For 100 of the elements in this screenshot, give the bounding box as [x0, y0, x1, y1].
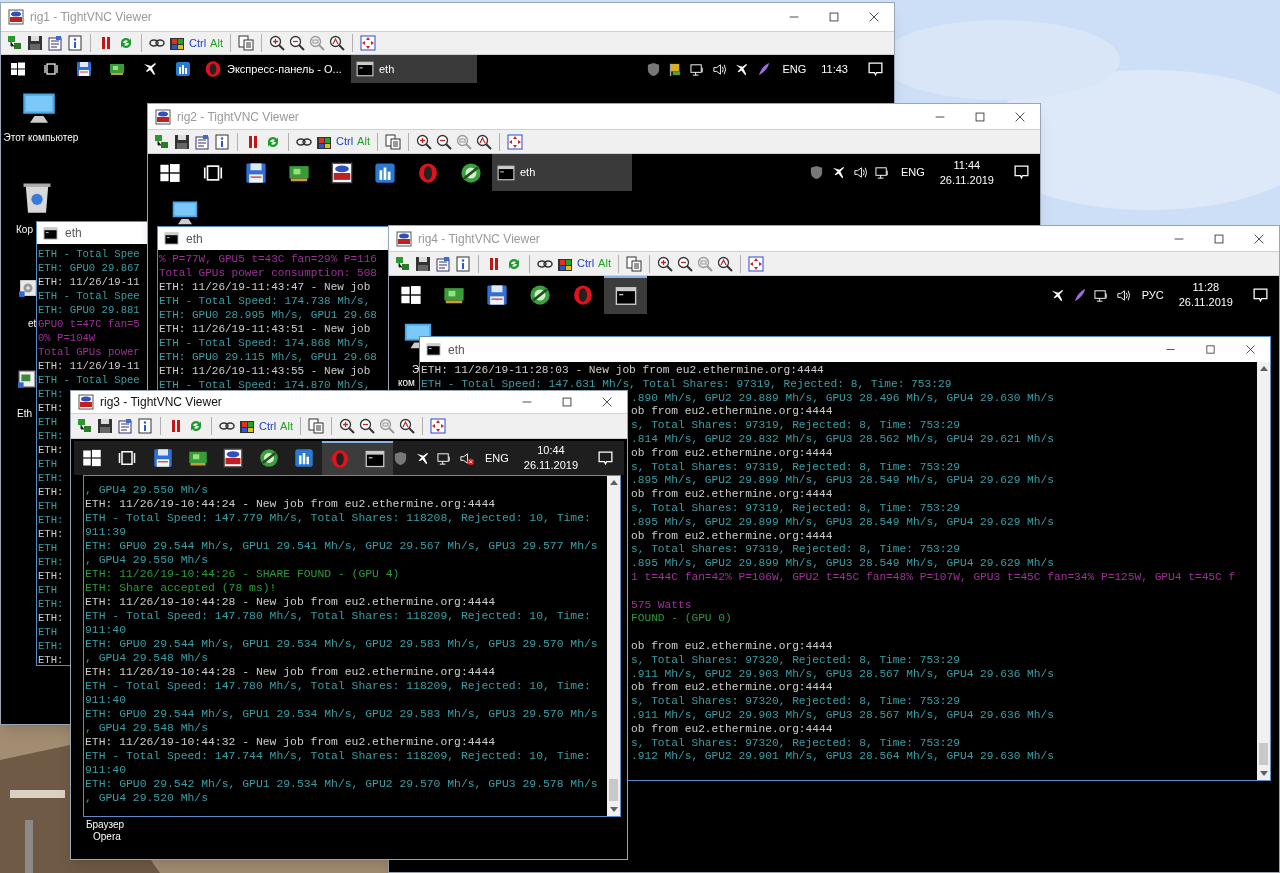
taskbar-button[interactable]: eth — [492, 154, 632, 191]
taskbar-button[interactable] — [357, 441, 393, 475]
key-button[interactable]: Ctrl — [577, 255, 595, 272]
shield-icon[interactable] — [808, 165, 824, 180]
save-icon[interactable] — [174, 133, 190, 150]
properties-icon[interactable] — [194, 133, 210, 150]
info-icon[interactable] — [137, 418, 153, 434]
scroll-down-arrow[interactable] — [1259, 771, 1268, 776]
taskbar-button[interactable] — [604, 276, 647, 314]
zoom-out-icon[interactable] — [435, 133, 452, 150]
close-button[interactable] — [867, 10, 881, 24]
network-icon[interactable] — [874, 165, 890, 180]
key-button[interactable]: Ctrl — [336, 133, 354, 150]
scroll-up-arrow[interactable] — [1259, 366, 1268, 371]
notification-icon[interactable] — [1252, 286, 1269, 304]
zoom-auto-icon[interactable] — [328, 35, 345, 51]
maximize-button[interactable] — [973, 109, 987, 124]
connection-icon[interactable] — [77, 418, 93, 434]
clipboard-icon[interactable] — [625, 255, 642, 272]
properties-icon[interactable] — [117, 418, 133, 434]
network-icon[interactable] — [1093, 287, 1109, 303]
zoom-out-icon[interactable] — [358, 418, 375, 434]
console-title: eth — [448, 341, 466, 359]
clipboard-icon[interactable] — [237, 35, 254, 51]
clock-time[interactable]: 10:44 — [537, 443, 565, 458]
fullscreen-icon[interactable] — [429, 418, 446, 434]
language-indicator[interactable]: ENG — [900, 164, 925, 181]
zoom-in-icon[interactable] — [338, 418, 355, 434]
console-line: ETH — [38, 416, 58, 428]
gear-icon[interactable] — [19, 279, 37, 297]
scrollbar[interactable] — [1257, 362, 1270, 780]
clipboard-icon[interactable] — [307, 418, 324, 434]
connection-icon[interactable] — [7, 35, 23, 51]
zoom-out-icon[interactable] — [288, 35, 305, 51]
scroll-thumb[interactable] — [1259, 743, 1268, 765]
window-icon[interactable] — [18, 370, 36, 388]
save-icon[interactable] — [97, 418, 113, 434]
fullscreen-icon[interactable] — [506, 133, 523, 150]
taskbar-button[interactable]: eth — [351, 55, 477, 83]
zoom-in-icon[interactable] — [656, 255, 673, 272]
scroll-up-arrow[interactable] — [609, 480, 618, 485]
properties-icon[interactable] — [47, 35, 63, 51]
connection-icon[interactable] — [154, 133, 170, 150]
close-button[interactable] — [1243, 343, 1257, 356]
zoom-auto-icon[interactable] — [475, 133, 492, 150]
clock-date[interactable]: 26.11.2019 — [1178, 295, 1233, 310]
clipboard-icon[interactable] — [384, 133, 401, 150]
scroll-thumb[interactable] — [609, 779, 618, 801]
info-icon[interactable] — [455, 255, 471, 272]
refresh-icon[interactable] — [188, 418, 204, 434]
fullscreen-icon[interactable] — [359, 35, 376, 51]
info-icon[interactable] — [67, 35, 83, 51]
language-indicator[interactable]: ENG — [782, 60, 807, 78]
key-button[interactable]: Ctrl — [189, 34, 207, 52]
save-icon[interactable] — [415, 255, 431, 272]
zoom-in-icon[interactable] — [415, 133, 432, 150]
clock-time[interactable]: 11:43 — [821, 61, 848, 77]
clock-date[interactable]: 26.11.2019 — [523, 458, 579, 473]
maximize-button[interactable] — [827, 10, 841, 24]
info-icon[interactable] — [214, 133, 230, 150]
volume-icon[interactable] — [1115, 287, 1131, 303]
shield-icon[interactable] — [646, 61, 662, 77]
zoom-auto-icon[interactable] — [716, 255, 733, 272]
clock-time[interactable]: 11:28 — [1192, 280, 1220, 295]
connection-icon[interactable] — [395, 255, 411, 272]
zoom-auto-icon[interactable] — [398, 418, 415, 434]
volume-icon[interactable] — [852, 165, 868, 180]
clock-time[interactable]: 11:44 — [953, 157, 981, 173]
language-indicator[interactable]: ENG — [484, 449, 509, 467]
network-icon[interactable] — [436, 450, 452, 466]
key-button[interactable]: Ctrl — [259, 417, 277, 435]
save-icon[interactable] — [27, 35, 43, 51]
notification-icon[interactable] — [867, 60, 884, 78]
zoom-in-icon[interactable] — [268, 35, 285, 51]
language-indicator[interactable]: РУС — [1141, 286, 1164, 304]
zoom-out-icon[interactable] — [676, 255, 693, 272]
refresh-icon[interactable] — [118, 35, 134, 51]
muted-volume-icon[interactable] — [458, 450, 474, 466]
clock-date[interactable]: 26.11.2019 — [939, 172, 994, 188]
notification-icon[interactable] — [1013, 164, 1030, 181]
maximize-button[interactable] — [1212, 231, 1226, 246]
properties-icon[interactable] — [435, 255, 451, 272]
taskbar-button[interactable]: Экспресс-панель - О... — [199, 55, 351, 83]
shield-icon[interactable] — [392, 450, 408, 466]
maximize-button[interactable] — [1203, 343, 1217, 356]
notification-icon[interactable] — [597, 449, 615, 467]
airplane-icon[interactable] — [734, 61, 750, 77]
console-line: ETH — [38, 584, 58, 596]
fullscreen-icon[interactable] — [747, 255, 764, 272]
scroll-down-arrow[interactable] — [609, 807, 618, 812]
win-key-icon[interactable] — [169, 35, 185, 51]
network-icon[interactable] — [690, 61, 706, 77]
close-button[interactable] — [600, 395, 614, 409]
console-line: ETH: GPU0 29.867 — [38, 262, 140, 274]
win-key-icon[interactable] — [239, 418, 255, 434]
taskbar-button[interactable] — [322, 441, 358, 475]
feather-icon[interactable] — [756, 61, 772, 77]
volume-icon[interactable] — [712, 61, 728, 77]
scrollbar[interactable] — [607, 476, 620, 816]
maximize-button[interactable] — [560, 395, 574, 409]
